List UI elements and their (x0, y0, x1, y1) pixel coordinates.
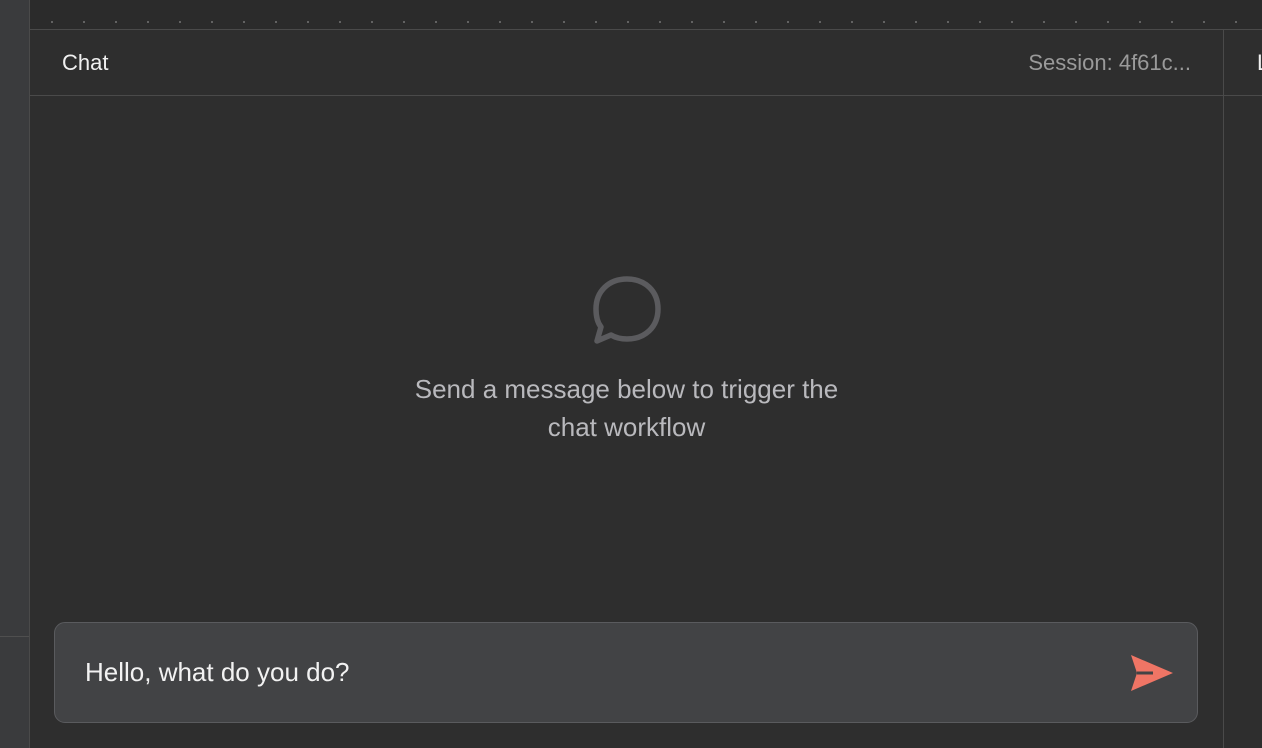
right-panel-header: L (1224, 30, 1262, 96)
session-id[interactable]: Session: 4f61c... (1028, 50, 1191, 76)
chat-bubble-icon (592, 276, 661, 344)
chat-header: Chat Session: 4f61c... (30, 30, 1223, 96)
app-root: Chat Session: 4f61c... Send a message be… (0, 0, 1262, 748)
left-sidebar (0, 0, 30, 748)
empty-state-message: Send a message below to trigger the chat… (414, 374, 839, 442)
message-input-container[interactable]: Hello, what do you do? (54, 622, 1198, 723)
chat-title: Chat (62, 50, 109, 75)
chat-panel: Chat Session: 4f61c... Send a message be… (30, 30, 1224, 748)
right-panel: L (1224, 30, 1262, 748)
sidebar-divider (0, 636, 29, 637)
empty-state: Send a message below to trigger the chat… (30, 274, 1223, 446)
workflow-canvas[interactable] (30, 0, 1262, 30)
message-input[interactable]: Hello, what do you do? (85, 657, 350, 688)
send-icon[interactable] (1129, 651, 1175, 695)
right-panel-title: L (1257, 50, 1262, 76)
